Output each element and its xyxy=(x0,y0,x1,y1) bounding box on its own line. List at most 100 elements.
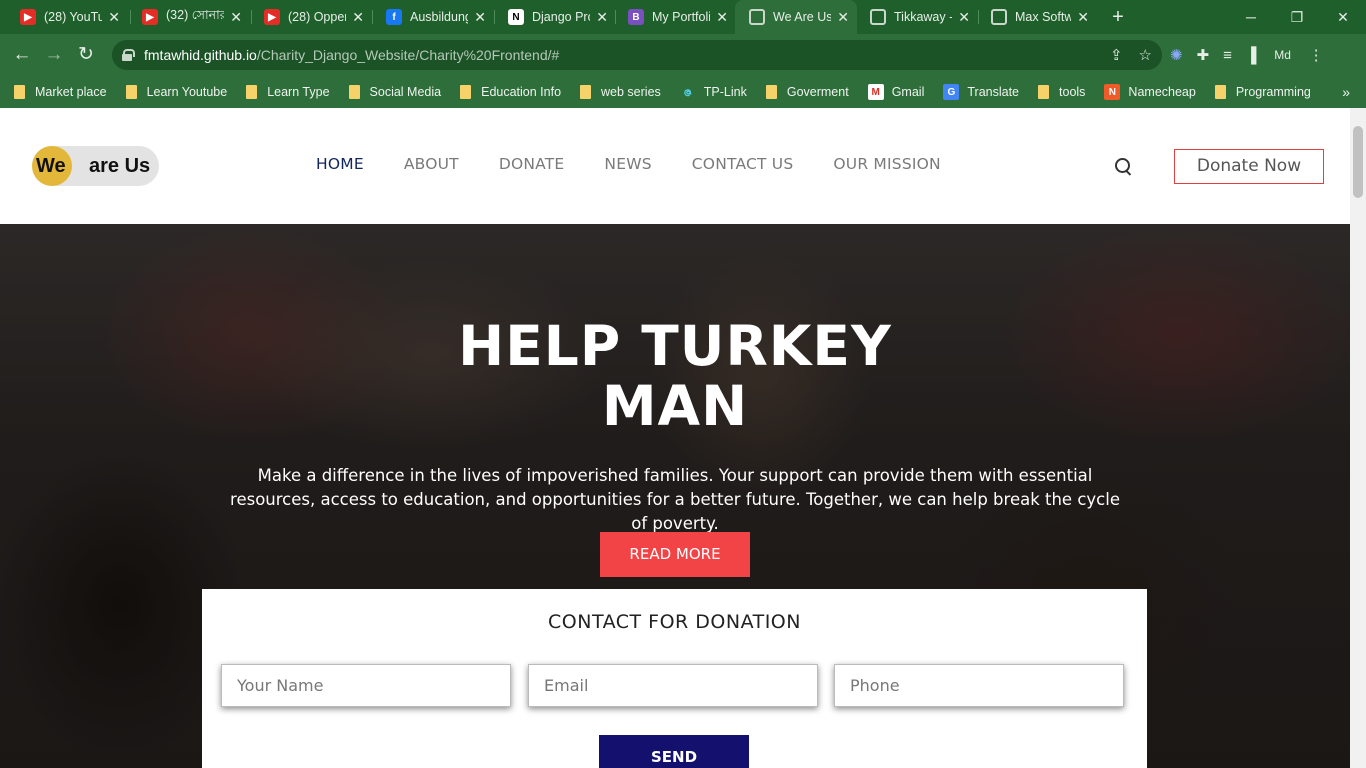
bookmark-goverment[interactable]: Goverment xyxy=(765,85,849,99)
bookmarks-bar: Market place Learn Youtube Learn Type So… xyxy=(0,76,1366,108)
tab-title: (28) Opper xyxy=(288,10,347,24)
forward-icon[interactable]: → xyxy=(41,43,67,67)
minimize-icon[interactable]: ─ xyxy=(1228,9,1274,25)
nav-news[interactable]: NEWS xyxy=(604,155,651,173)
tab-title: We Are Us xyxy=(773,10,832,24)
new-tab-button[interactable]: + xyxy=(1106,6,1130,28)
reload-icon[interactable]: ↻ xyxy=(73,43,99,67)
bookmark-web-series[interactable]: web series xyxy=(580,85,661,99)
share-icon[interactable]: ⇪ xyxy=(1110,46,1123,64)
bookmark-programming[interactable]: Programming xyxy=(1214,85,1311,99)
nav-contact-us[interactable]: CONTACT US xyxy=(692,155,794,173)
hero-title-line-2: MAN xyxy=(601,374,749,438)
browser-toolbar: ← → ↻ fmtawhid.github.io/Charity_Django_… xyxy=(0,34,1366,76)
tab-title: (28) YouTu xyxy=(44,10,103,24)
bookmark-learn-type[interactable]: Learn Type xyxy=(246,85,330,99)
nav-about[interactable]: ABOUT xyxy=(404,155,459,173)
bookmark-star-icon[interactable]: ☆ xyxy=(1139,46,1152,64)
folder-icon xyxy=(765,85,777,99)
scrollbar-thumb[interactable] xyxy=(1353,126,1363,198)
close-tab-icon[interactable]: ✕ xyxy=(716,9,728,26)
folder-icon xyxy=(246,85,258,99)
tab-tikkaway[interactable]: Tikkaway - ✕ xyxy=(856,0,978,34)
menu-kebab-icon[interactable]: ⋮ xyxy=(1309,46,1324,64)
hero-title-line-1: HELP TURKEY xyxy=(458,314,892,378)
back-icon[interactable]: ← xyxy=(9,43,35,67)
nav-donate[interactable]: DONATE xyxy=(499,155,565,173)
close-tab-icon[interactable]: ✕ xyxy=(352,9,364,26)
folder-icon xyxy=(460,85,472,99)
bookmark-label: web series xyxy=(601,85,661,99)
bookmark-label: Namecheap xyxy=(1128,85,1196,99)
close-tab-icon[interactable]: ✕ xyxy=(230,9,242,26)
bookmark-label: Education Info xyxy=(481,85,562,99)
reading-list-icon[interactable]: ≡ xyxy=(1223,47,1232,64)
window-controls: ─ ❐ ✕ xyxy=(1228,0,1366,34)
tab-max-software[interactable]: Max Softw ✕ xyxy=(977,0,1097,34)
facebook-icon: f xyxy=(386,9,402,25)
tab-portfolio[interactable]: B My Portfoli ✕ xyxy=(614,0,736,34)
close-tab-icon[interactable]: ✕ xyxy=(837,9,849,26)
site-header: We are Us HOME ABOUT DONATE NEWS CONTACT… xyxy=(0,108,1350,224)
close-tab-icon[interactable]: ✕ xyxy=(596,9,608,26)
page-scrollbar[interactable] xyxy=(1350,108,1366,768)
send-button[interactable]: SEND xyxy=(599,735,749,768)
youtube-icon: ▶ xyxy=(20,9,36,25)
bookmark-market-place[interactable]: Market place xyxy=(14,85,107,99)
close-window-icon[interactable]: ✕ xyxy=(1320,9,1366,26)
bookmark-namecheap[interactable]: N Namecheap xyxy=(1104,84,1196,100)
bookmark-gmail[interactable]: M Gmail xyxy=(867,84,925,100)
bookmark-translate[interactable]: G Translate xyxy=(943,84,1019,100)
logo-text-we: We xyxy=(36,155,66,177)
read-more-button[interactable]: READ MORE xyxy=(600,532,750,577)
close-tab-icon[interactable]: ✕ xyxy=(474,9,486,26)
hero-section: HELP TURKEY MAN Make a difference in the… xyxy=(0,224,1350,768)
omnibox-actions: ⇪ ☆ xyxy=(1110,40,1152,70)
folder-icon xyxy=(1038,85,1050,99)
close-tab-icon[interactable]: ✕ xyxy=(1077,9,1089,26)
tab-youtube-3[interactable]: ▶ (28) Opper ✕ xyxy=(250,0,372,34)
tab-title: Tikkaway - xyxy=(894,10,953,24)
translate-icon: G xyxy=(943,84,960,100)
tab-title: Django Pro xyxy=(532,10,591,24)
extension-gear-icon[interactable]: ✺ xyxy=(1170,46,1183,64)
profile-avatar[interactable]: Md xyxy=(1270,43,1295,67)
bookmarks-overflow-icon[interactable]: » xyxy=(1342,76,1350,108)
namecheap-icon: N xyxy=(1104,84,1121,100)
bookmark-tools[interactable]: tools xyxy=(1038,85,1085,99)
bookmark-social-media[interactable]: Social Media xyxy=(348,85,441,99)
tab-youtube-2[interactable]: ▶ (32) সোনার ✕ xyxy=(128,0,250,34)
globe-icon xyxy=(991,9,1007,25)
browser-tab-strip: ▶ (28) YouTu ✕ ▶ (32) সোনার ✕ ▶ (28) Opp… xyxy=(0,0,1366,34)
url-text[interactable]: fmtawhid.github.io/Charity_Django_Websit… xyxy=(144,47,559,63)
nav-our-mission[interactable]: OUR MISSION xyxy=(833,155,940,173)
site-logo[interactable]: We are Us xyxy=(32,146,159,186)
bookmark-learn-youtube[interactable]: Learn Youtube xyxy=(125,85,227,99)
lock-icon[interactable] xyxy=(122,49,135,61)
email-field[interactable] xyxy=(528,664,818,707)
close-tab-icon[interactable]: ✕ xyxy=(958,9,970,26)
tab-youtube-1[interactable]: ▶ (28) YouTu ✕ xyxy=(6,0,128,34)
puzzle-icon[interactable]: ✚ xyxy=(1197,46,1210,64)
bookmark-education-info[interactable]: Education Info xyxy=(460,85,561,99)
search-icon[interactable] xyxy=(1115,158,1133,176)
nav-home[interactable]: HOME xyxy=(316,155,364,173)
bookmark-label: Programming xyxy=(1235,85,1311,99)
phone-field[interactable] xyxy=(834,664,1124,707)
tab-notion[interactable]: N Django Pro ✕ xyxy=(494,0,616,34)
bookmark-label: TP-Link xyxy=(703,85,747,99)
maximize-icon[interactable]: ❐ xyxy=(1274,9,1320,26)
bookmark-label: Gmail xyxy=(891,85,925,99)
bookmark-tp-link[interactable]: ဇ TP-Link xyxy=(680,83,747,100)
tab-facebook[interactable]: f Ausbildung ✕ xyxy=(372,0,494,34)
close-tab-icon[interactable]: ✕ xyxy=(108,9,120,26)
globe-icon xyxy=(870,9,886,25)
hero-title: HELP TURKEY MAN xyxy=(0,316,1350,436)
address-bar[interactable]: fmtawhid.github.io/Charity_Django_Websit… xyxy=(112,40,1162,70)
tab-active-we-are-us[interactable]: We Are Us ✕ xyxy=(735,0,857,34)
donate-now-button[interactable]: Donate Now xyxy=(1174,149,1324,184)
name-field[interactable] xyxy=(221,664,511,707)
extensions-area: ✺ ✚ ≡ ▐ Md ⋮ xyxy=(1170,43,1324,67)
folder-icon xyxy=(1214,85,1226,99)
side-panel-icon[interactable]: ▐ xyxy=(1246,47,1257,64)
